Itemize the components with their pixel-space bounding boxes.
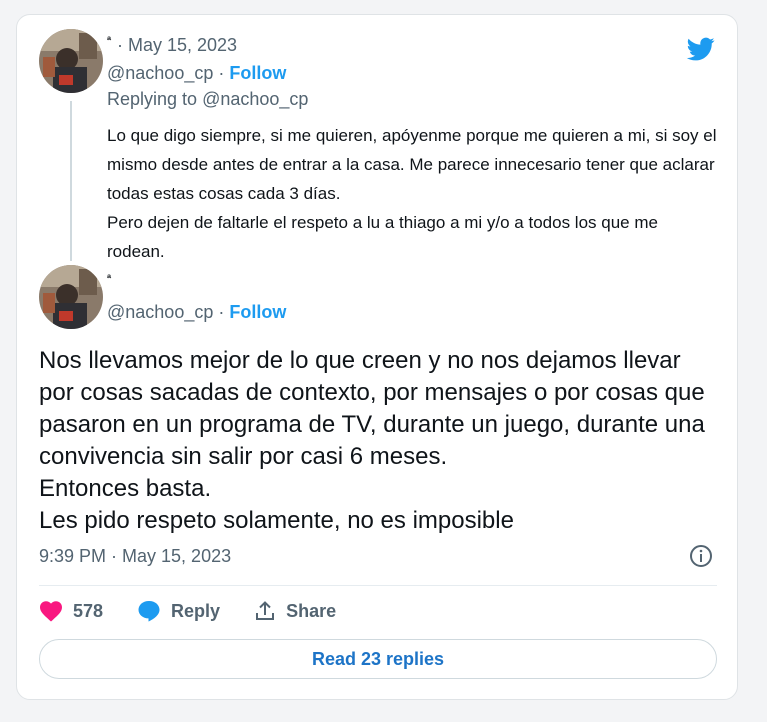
tweet-date[interactable]: · May 15, 2023 (117, 35, 237, 56)
like-button[interactable]: 578 (39, 600, 103, 622)
action-bar: 578 Reply Share (39, 595, 370, 627)
twitter-bird-icon[interactable] (685, 35, 717, 63)
main-text-line: Entonces basta. (39, 475, 212, 502)
main-tweet-text: Nos llevamos mejor de lo que creen y no … (39, 345, 719, 537)
heart-icon (40, 601, 62, 622)
handle-row: @nachoo_cp · Follow (107, 302, 286, 323)
share-icon (256, 601, 275, 620)
follow-button[interactable]: Follow (229, 63, 286, 83)
avatar-image (39, 29, 103, 93)
thread-line (70, 101, 72, 261)
reply-tweet-text: Lo que digo siempre, si me quieren, apóy… (107, 121, 717, 266)
reply-bubble-icon (138, 601, 160, 622)
divider (39, 585, 717, 586)
follow-button[interactable]: Follow (229, 302, 286, 322)
main-text-line: Nos llevamos mejor de lo que creen y no … (39, 347, 705, 470)
like-count: 578 (73, 600, 104, 621)
share-label: Share (286, 600, 337, 621)
handle[interactable]: @nachoo_cp (107, 63, 213, 83)
replying-to: Replying to @nachoo_cp (107, 89, 308, 110)
reply-text-line: Pero dejen de faltarle el respeto a lu a… (107, 213, 658, 261)
display-name[interactable]: ª (107, 273, 111, 285)
tweet-embed-card: ª · May 15, 2023 @nachoo_cp · Follow Rep… (16, 14, 738, 700)
read-replies-button[interactable]: Read 23 replies (39, 639, 717, 679)
avatar-image (39, 265, 103, 329)
replying-handle[interactable]: @nachoo_cp (202, 89, 308, 109)
share-button[interactable]: Share (254, 600, 336, 622)
tweet-timestamp[interactable]: 9:39 PM · May 15, 2023 (39, 546, 231, 567)
reply-label: Reply (171, 600, 221, 621)
reply-text-line: Lo que digo siempre, si me quieren, apóy… (107, 126, 717, 203)
separator: · (218, 302, 225, 322)
info-icon[interactable] (689, 544, 713, 568)
handle-row: @nachoo_cp · Follow (107, 63, 286, 84)
main-text-line: Les pido respeto solamente, no es imposi… (39, 507, 514, 534)
display-name[interactable]: ª (107, 35, 111, 47)
replying-prefix: Replying to (107, 89, 203, 109)
handle[interactable]: @nachoo_cp (107, 302, 213, 322)
reply-button[interactable]: Reply (137, 600, 220, 622)
avatar[interactable] (39, 29, 103, 93)
separator: · (218, 63, 225, 83)
avatar[interactable] (39, 265, 103, 329)
